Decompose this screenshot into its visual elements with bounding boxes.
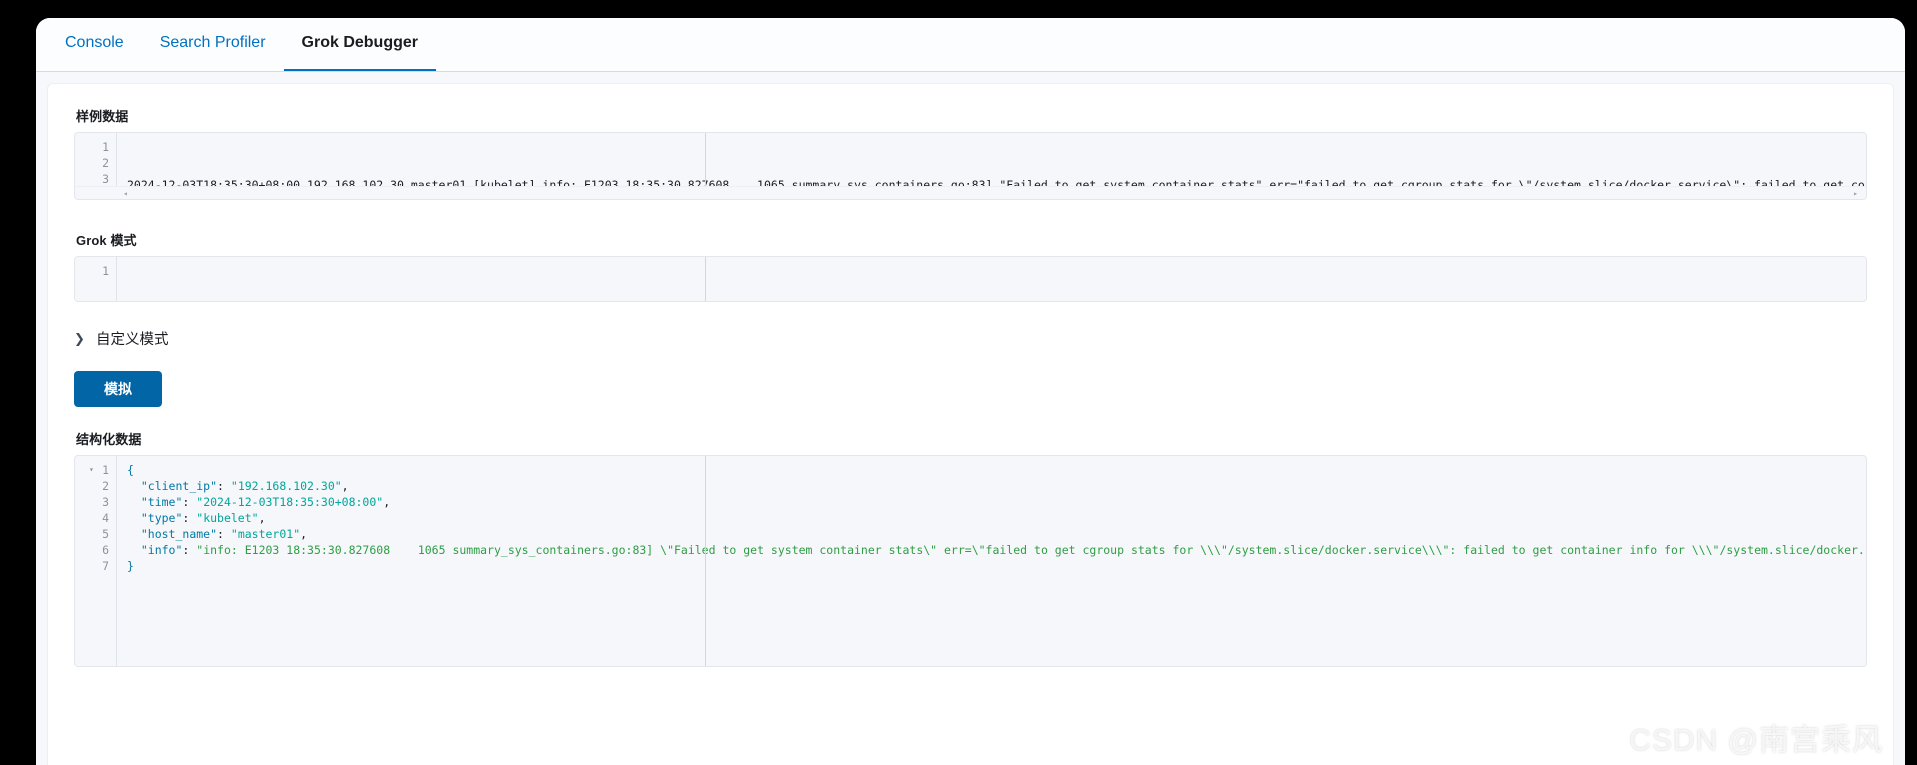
grok-debugger-panel: 样例数据 1 2 3 2024-12-03T18:35:30+08:00 192… <box>47 83 1894 765</box>
structured-data-editor[interactable]: ▾ 1 2 3 4 5 6 7 { "client_ip": "192.168.102.30"… <box>74 455 1867 667</box>
structured-data-editor-inner[interactable]: ▾ 1 2 3 4 5 6 7 { "client_ip": "192.168.102.30"… <box>75 456 1866 666</box>
json-token: { <box>127 463 134 477</box>
json-token: "kubelet" <box>196 511 259 525</box>
line-number: ▾ 1 <box>89 462 109 478</box>
custom-patterns-accordion[interactable]: ❯ 自定义模式 <box>74 328 1867 349</box>
json-token: "192.168.102.30" <box>230 479 342 493</box>
json-token: : <box>217 479 231 493</box>
json-token: "2024-12-03T18:35:30+08:00" <box>196 495 384 509</box>
structured-data-line: { <box>127 462 1866 478</box>
structured-data-code-area[interactable]: { "client_ip": "192.168.102.30", "time":… <box>117 456 1866 580</box>
structured-data-line: "host_name": "master01", <box>127 526 1866 542</box>
chevron-right-icon: ❯ <box>74 331 85 346</box>
line-number: 2 <box>102 156 109 170</box>
structured-data-line: "type": "kubelet", <box>127 510 1866 526</box>
line-number: 4 <box>102 511 109 525</box>
line-number: 1 <box>102 140 109 154</box>
grok-pattern-editor-inner[interactable]: 1 %{TIMESTAMP_ISO8601:time} %{IP:client_… <box>75 257 1866 301</box>
sample-data-label: 样例数据 <box>76 109 129 124</box>
fold-toggle-icon[interactable]: ▾ <box>89 462 94 478</box>
json-token: , <box>258 511 266 525</box>
structured-data-line: } <box>127 558 1866 574</box>
line-number: 1 <box>102 264 109 278</box>
json-token: : <box>182 495 197 509</box>
sample-data-hscrollbar[interactable]: ◂ ▸ <box>75 186 1866 199</box>
scroll-left-arrow-icon[interactable]: ◂ <box>123 189 128 199</box>
scroll-right-arrow-icon[interactable]: ▸ <box>1853 189 1858 199</box>
line-number: 2 <box>102 479 109 493</box>
line-number: 3 <box>102 172 109 186</box>
json-token: , <box>300 527 308 541</box>
line-number: 3 <box>102 495 109 509</box>
grok-pattern-code-area[interactable]: %{TIMESTAMP_ISO8601:time} %{IP:client_ip… <box>117 257 1866 302</box>
line-number: 7 <box>102 559 109 573</box>
json-token: , <box>341 479 349 493</box>
json-token: "info" <box>140 543 183 557</box>
json-token: "client_ip" <box>140 479 218 493</box>
tab-search-profiler[interactable]: Search Profiler <box>142 35 284 71</box>
grok-pattern-line-1: %{TIMESTAMP_ISO8601:time} %{IP:client_ip… <box>127 301 1866 302</box>
sample-editor-cursor-guide <box>705 133 706 186</box>
json-token: : <box>217 527 231 541</box>
line-number: 6 <box>102 543 109 557</box>
json-token: "master01" <box>230 527 301 541</box>
line-number: 5 <box>102 527 109 541</box>
structured-data-label: 结构化数据 <box>76 432 142 447</box>
json-token: "time" <box>140 495 183 509</box>
json-token: "host_name" <box>140 527 218 541</box>
grok-pattern-label: Grok 模式 <box>76 233 137 248</box>
structured-data-gutter: ▾ 1 2 3 4 5 6 7 <box>75 456 117 666</box>
tab-grok-debugger[interactable]: Grok Debugger <box>283 35 436 71</box>
content-scroll-area[interactable]: 样例数据 1 2 3 2024-12-03T18:35:30+08:00 192… <box>36 72 1905 765</box>
structured-data-line: "info": "info: E1203 18:35:30.827608 106… <box>127 542 1866 558</box>
grok-editor-cursor-guide <box>705 257 706 301</box>
custom-patterns-label: 自定义模式 <box>96 332 169 348</box>
grok-pattern-gutter: 1 <box>75 257 117 301</box>
json-token: "info: E1203 18:35:30.827608 1065 summar… <box>196 543 1866 557</box>
grok-pattern-editor[interactable]: 1 %{TIMESTAMP_ISO8601:time} %{IP:client_… <box>74 256 1867 302</box>
structured-data-line: "client_ip": "192.168.102.30", <box>127 478 1866 494</box>
browser-app-window: Console Search Profiler Grok Debugger 样例… <box>36 18 1905 765</box>
json-token: : <box>182 543 197 557</box>
json-token: } <box>127 559 134 573</box>
simulate-button[interactable]: 模拟 <box>74 371 162 407</box>
json-token: : <box>182 511 197 525</box>
json-token: "type" <box>140 511 183 525</box>
sample-data-editor-inner[interactable]: 1 2 3 2024-12-03T18:35:30+08:00 192.168.… <box>75 133 1866 192</box>
output-editor-cursor-guide <box>705 456 706 666</box>
devtools-tabbar: Console Search Profiler Grok Debugger <box>36 18 1905 72</box>
sample-data-gutter: 1 2 3 <box>75 133 117 186</box>
json-token: , <box>383 495 391 509</box>
structured-data-line: "time": "2024-12-03T18:35:30+08:00", <box>127 494 1866 510</box>
tab-console[interactable]: Console <box>47 35 142 71</box>
sample-data-editor[interactable]: 1 2 3 2024-12-03T18:35:30+08:00 192.168.… <box>74 132 1867 200</box>
